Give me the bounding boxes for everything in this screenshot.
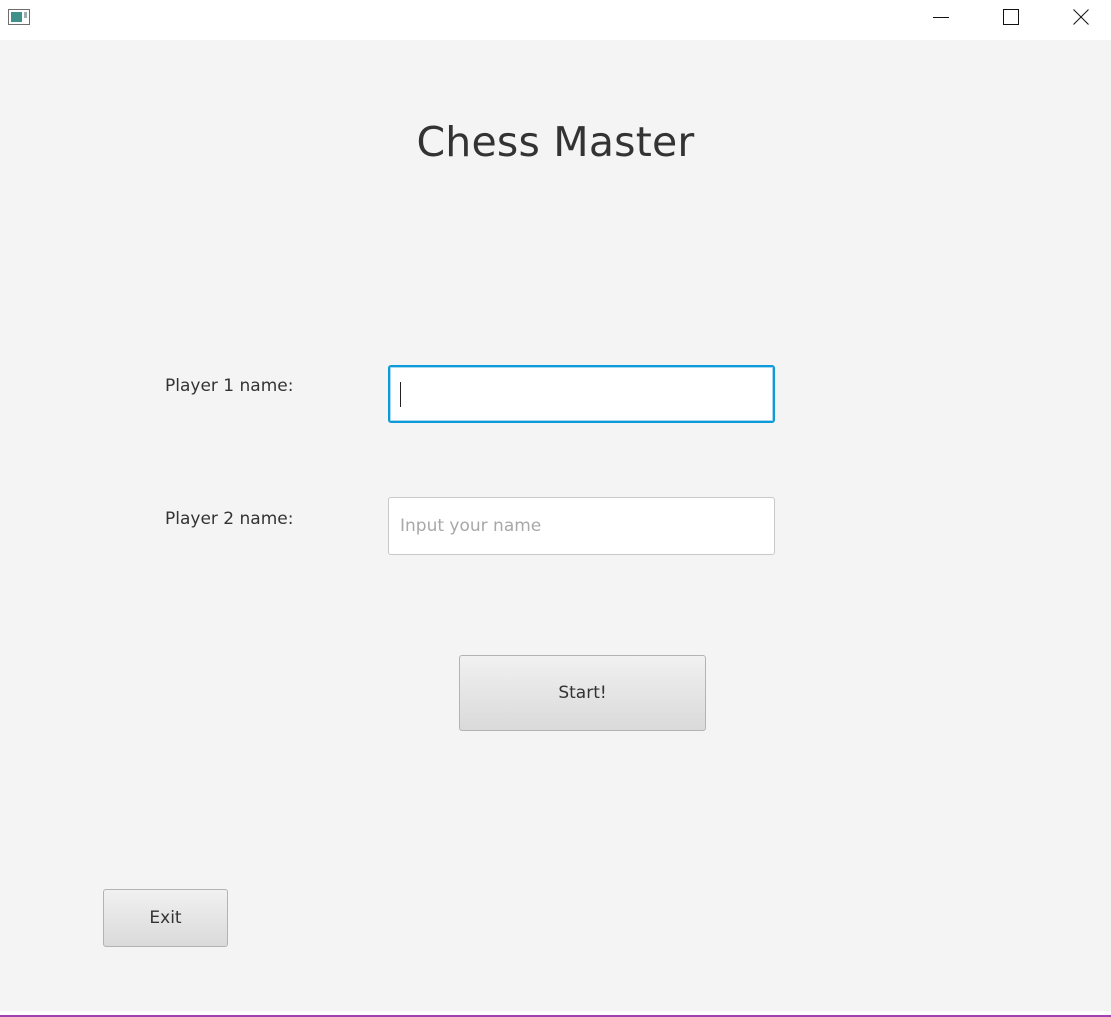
minimize-icon [933,17,949,18]
app-icon [8,9,30,25]
player2-name-label: Player 2 name: [165,509,294,529]
app-window: Chess Master Player 1 name: Player 2 nam… [0,0,1111,1017]
page-title: Chess Master [416,118,695,166]
player1-name-input[interactable] [388,365,775,423]
start-button[interactable]: Start! [459,655,706,731]
player2-name-input[interactable] [388,497,775,555]
main-panel: Chess Master Player 1 name: Player 2 nam… [0,40,1111,1011]
exit-button[interactable]: Exit [103,889,228,947]
player1-name-label: Player 1 name: [165,376,294,396]
close-button[interactable] [1058,0,1104,34]
minimize-button[interactable] [918,0,964,34]
maximize-icon [1003,9,1019,25]
text-caret [400,382,401,407]
maximize-button[interactable] [988,0,1034,34]
close-icon [1073,9,1089,25]
title-bar[interactable] [0,0,1111,40]
